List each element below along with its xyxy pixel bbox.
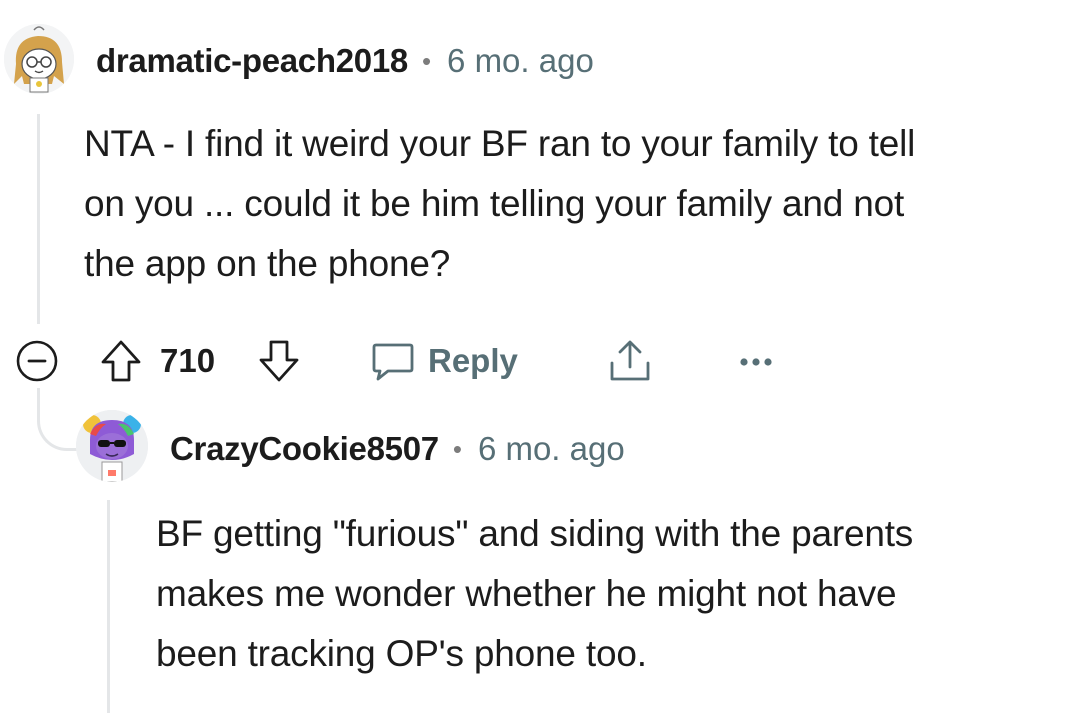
timestamp: 6 mo. ago <box>477 430 625 467</box>
comment-body: NTA - I find it weird your BF ran to you… <box>84 114 915 294</box>
thread-line-parent <box>37 114 40 324</box>
collapse-button[interactable] <box>14 338 60 384</box>
comment-bubble-icon <box>372 343 414 381</box>
comment-action-bar: 710 Reply <box>0 322 1080 388</box>
meta-separator: • <box>452 433 462 464</box>
comment-body-line: on you ... could it be him telling your … <box>84 183 905 224</box>
comment-body-line: makes me wonder whether he might not hav… <box>156 573 897 614</box>
upvote-arrow-icon <box>101 340 141 382</box>
username-link[interactable]: CrazyCookie8507 <box>170 430 439 468</box>
comment-body: BF getting "furious" and siding with the… <box>156 504 913 684</box>
comment-body-line: been tracking OP's phone too. <box>156 633 647 674</box>
meta-separator: • <box>421 45 432 76</box>
avatar[interactable] <box>76 410 148 482</box>
comment-body-line: the app on the phone? <box>84 243 451 284</box>
timestamp: 6 mo. ago <box>447 42 594 79</box>
downvote-arrow-icon <box>259 340 299 382</box>
reply-label: Reply <box>428 342 518 379</box>
thread-line-child <box>107 500 110 713</box>
share-icon <box>610 340 650 381</box>
more-dots-icon <box>740 358 772 366</box>
downvote-button[interactable] <box>254 336 304 386</box>
username-link[interactable]: dramatic-peach2018 <box>96 42 408 80</box>
vote-count: 710 <box>160 336 215 386</box>
snoo-avatar-peach <box>4 24 74 94</box>
comment-meta: dramatic-peach2018 • 6 mo. ago <box>96 40 594 82</box>
comment-body-line: BF getting "furious" and siding with the… <box>156 513 914 554</box>
comment-meta: CrazyCookie8507 • 6 mo. ago <box>170 428 625 470</box>
vote-count-value: 710 <box>160 342 216 379</box>
snoo-avatar-rainbow <box>76 410 148 482</box>
more-options-button[interactable] <box>736 342 776 382</box>
comment-body-line: NTA - I find it weird your BF ran to you… <box>84 123 916 164</box>
avatar[interactable] <box>4 24 74 94</box>
reply-button[interactable]: Reply <box>370 334 518 388</box>
upvote-button[interactable] <box>96 336 146 386</box>
share-button[interactable] <box>604 334 656 388</box>
collapse-minus-icon <box>16 340 58 382</box>
